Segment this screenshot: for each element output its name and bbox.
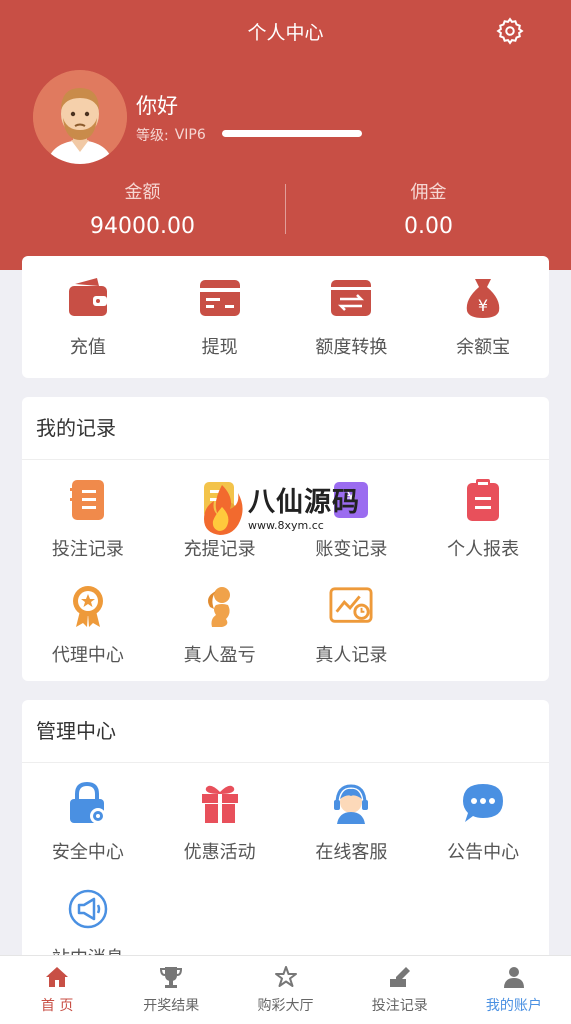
personal-report-button[interactable]: 个人报表: [417, 460, 549, 566]
user-icon: [503, 967, 524, 988]
ledger-record-label: 账变记录: [315, 539, 388, 560]
page-title: 个人中心: [247, 22, 324, 44]
recharge-button[interactable]: 充值: [22, 256, 154, 359]
level-progress-fill: [222, 130, 362, 137]
level-label: 等级:: [136, 128, 169, 144]
personal-report-label: 个人报表: [447, 539, 520, 560]
dealer-icon: [198, 584, 242, 628]
customer-service-button[interactable]: 在线客服: [286, 763, 418, 869]
live-profit-button[interactable]: 真人盈亏: [154, 566, 286, 672]
deposit-record-label: 充提记录: [183, 539, 256, 560]
transfer-label: 额度转换: [315, 337, 388, 358]
promotions-button[interactable]: 优惠活动: [154, 763, 286, 869]
tab-home-label: 首 页: [40, 998, 74, 1014]
bottom-tab-bar: 首 页 开奖结果 购彩大厅 投注记录 我的账户: [0, 955, 571, 1024]
deposit-record-button[interactable]: 充提记录: [154, 460, 286, 566]
tab-lobby-label: 购彩大厅: [257, 998, 314, 1014]
gift-icon: [198, 781, 242, 825]
tab-results-label: 开奖结果: [143, 998, 200, 1014]
withdraw-label: 提现: [201, 337, 238, 358]
lock-icon: [66, 781, 110, 825]
commission-label: 佣金: [410, 182, 447, 203]
live-record-button[interactable]: 真人记录: [286, 566, 418, 672]
records-card: 我的记录 投注记录 充提记录 ¥ 账变记录 个人报表 代理中心 真人盈亏 真人记…: [22, 397, 549, 681]
tab-account[interactable]: 我的账户: [457, 956, 571, 1024]
svg-text:¥: ¥: [346, 487, 356, 506]
gear-icon[interactable]: [495, 16, 525, 46]
agent-center-label: 代理中心: [51, 645, 124, 666]
tab-bets-label: 投注记录: [371, 998, 428, 1014]
records-title: 我的记录: [22, 397, 549, 460]
live-profit-label: 真人盈亏: [183, 645, 256, 666]
recharge-label: 充值: [69, 337, 106, 358]
greeting: 你好: [136, 94, 178, 118]
commission-amount[interactable]: 佣金 0.00: [286, 178, 571, 239]
wallet-actions-card: 充值 提现 额度转换 ¥ 余额宝: [22, 256, 549, 378]
transfer-icon: [329, 276, 373, 320]
medal-icon: [66, 584, 110, 628]
bet-record-button[interactable]: 投注记录: [22, 460, 154, 566]
promotions-label: 优惠活动: [183, 842, 256, 863]
avatar[interactable]: [33, 70, 127, 164]
chat-bubble-icon: [461, 781, 505, 825]
tab-bets[interactable]: 投注记录: [343, 956, 457, 1024]
card-icon: [198, 276, 242, 320]
level-value: VIP6: [174, 127, 206, 143]
tab-account-label: 我的账户: [485, 998, 542, 1014]
balance-label: 金额: [124, 182, 161, 203]
management-title: 管理中心: [22, 700, 549, 763]
wallet-icon: [66, 276, 110, 320]
chart-record-icon: [329, 584, 373, 628]
announcement-center-label: 公告中心: [447, 842, 520, 863]
trophy-icon: [160, 967, 183, 988]
tab-results[interactable]: 开奖结果: [114, 956, 228, 1024]
withdraw-button[interactable]: 提现: [154, 256, 286, 359]
balance-amount[interactable]: 金额 94000.00: [0, 178, 285, 239]
balance-value: 94000.00: [90, 214, 195, 239]
ledger-record-button[interactable]: ¥ 账变记录: [286, 460, 418, 566]
customer-service-label: 在线客服: [315, 842, 388, 863]
money-bag-icon: ¥: [461, 276, 505, 320]
security-center-button[interactable]: 安全中心: [22, 763, 154, 869]
svg-text:¥: ¥: [478, 296, 488, 315]
tab-home[interactable]: 首 页: [0, 956, 114, 1024]
bet-record-label: 投注记录: [51, 539, 124, 560]
level-progress-bar: [222, 130, 362, 137]
live-record-label: 真人记录: [315, 645, 388, 666]
agent-center-button[interactable]: 代理中心: [22, 566, 154, 672]
headset-icon: [329, 781, 373, 825]
announcement-center-button[interactable]: 公告中心: [417, 763, 549, 869]
bet-record-icon: [66, 478, 110, 522]
home-icon: [46, 967, 69, 987]
security-center-label: 安全中心: [51, 842, 124, 863]
commission-value: 0.00: [404, 214, 453, 239]
clipboard-icon: [461, 478, 505, 522]
tab-lobby[interactable]: 购彩大厅: [228, 956, 342, 1024]
deposit-record-icon: [198, 478, 242, 522]
megaphone-icon: [66, 887, 110, 931]
edit-icon: [389, 967, 410, 987]
star-icon: [274, 966, 297, 987]
yuebao-label: 余额宝: [456, 337, 511, 358]
yuebao-button[interactable]: ¥ 余额宝: [417, 256, 549, 359]
transfer-button[interactable]: 额度转换: [286, 256, 418, 359]
ledger-icon: ¥: [329, 478, 373, 522]
vip-level: 等级: VIP6: [136, 125, 206, 145]
